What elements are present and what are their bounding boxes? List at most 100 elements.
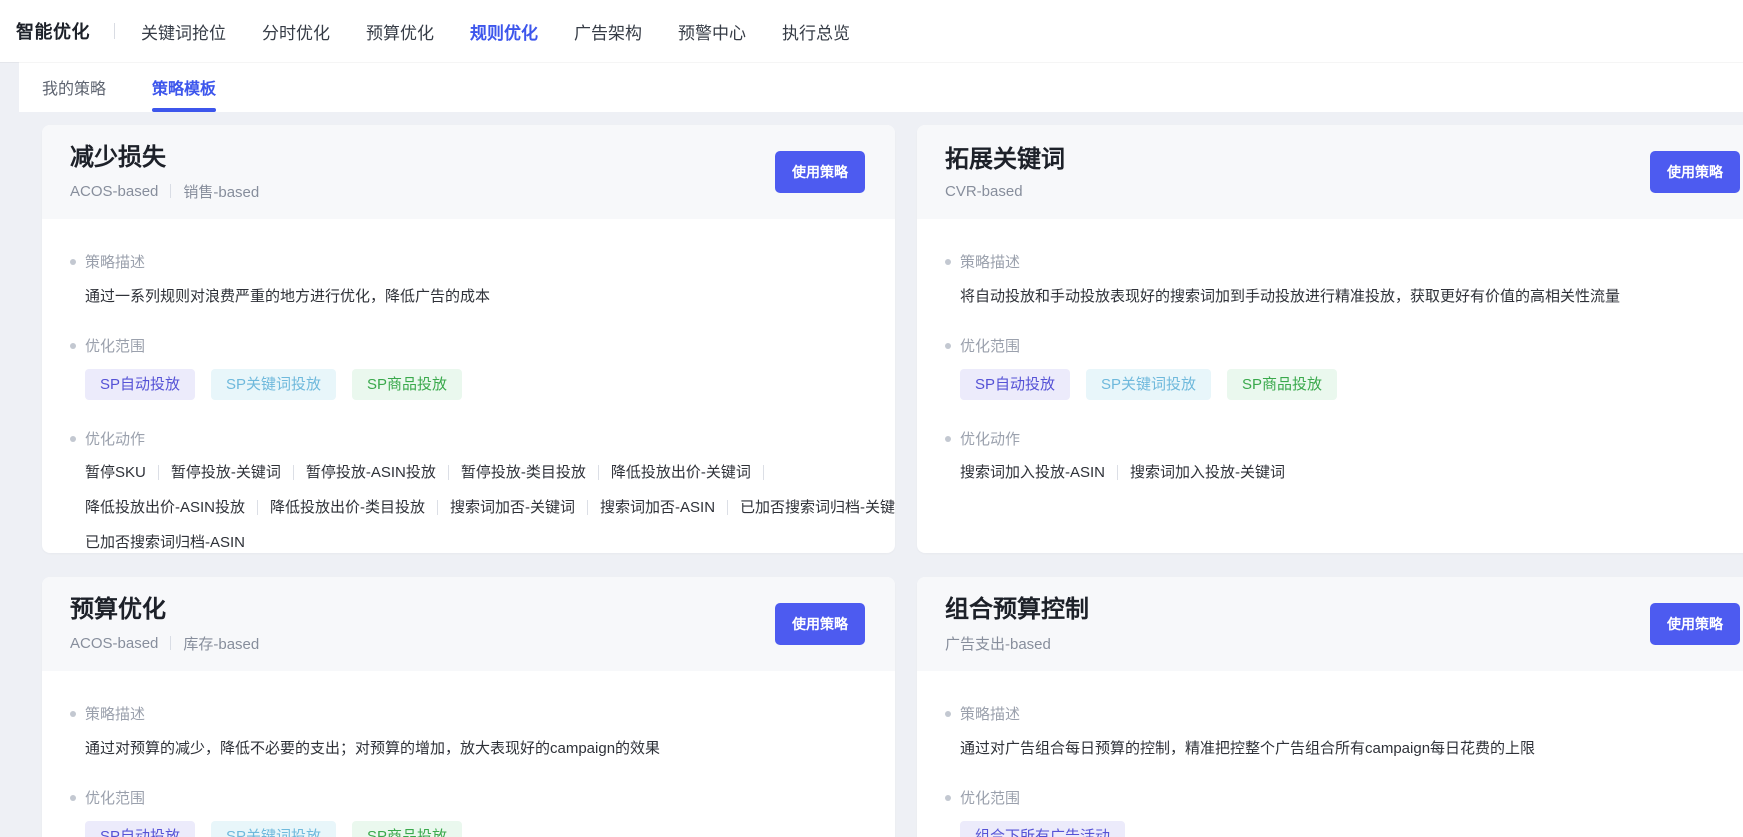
bullet-dot-icon [945, 710, 951, 717]
card-badge: CVR-based [945, 182, 1023, 200]
card-badge: 广告支出-based [945, 635, 1051, 653]
action-item: 搜索词加否-关键词 [450, 499, 576, 516]
action-divider [447, 465, 449, 480]
scope-tag: SP自动投放 [960, 369, 1071, 400]
action-divider [437, 500, 439, 515]
action-divider [587, 500, 589, 515]
action-row: 暂停SKU 暂停投放-关键词 暂停投放-ASIN投放 暂停投放-类目投放 降低投放出价-… [85, 462, 867, 483]
card-badges: CVR-based [945, 183, 1065, 200]
action-item: 已加否搜索词归档-ASIN [85, 534, 246, 551]
action-item: 搜索词加否-ASIN [600, 499, 716, 516]
nav-item-ad-structure[interactable]: 广告架构 [574, 19, 642, 44]
top-navigation: 智能优化 关键词抢位 分时优化 预算优化 规则优化 广告架构 预警中心 执行总览 [0, 0, 1743, 62]
strategy-description: 通过对预算的减少，降低不必要的支出；对预算的增加，放大表现好的campaign的… [85, 740, 661, 757]
nav-items: 关键词抢位 分时优化 预算优化 规则优化 广告架构 预警中心 执行总览 [141, 19, 850, 44]
bullet-dot-icon [945, 435, 951, 442]
section-label-scope: 优化范围 [70, 787, 867, 808]
strategy-card: 减少损失 ACOS-based 销售-based 使用策略 策略描述 通过一系列规… [42, 125, 895, 553]
strategy-card: 组合预算控制 广告支出-based 使用策略 策略描述 通过对广告组合每日预算的… [917, 577, 1743, 837]
section-label-scope-text: 优化范围 [960, 790, 1021, 807]
tab-my-strategies[interactable]: 我的策略 [42, 62, 106, 112]
action-divider [257, 500, 259, 515]
card-body: 策略描述 通过对广告组合每日预算的控制，精准把控整个广告组合所有campaign… [917, 671, 1743, 837]
scope-tag: SP商品投放 [352, 821, 463, 837]
action-divider [1117, 465, 1119, 480]
badge-divider [170, 636, 172, 650]
bullet-dot-icon [70, 342, 76, 349]
use-strategy-button[interactable]: 使用策略 [1650, 151, 1740, 193]
bullet-dot-icon [70, 258, 76, 265]
card-title: 组合预算控制 [945, 595, 1089, 623]
action-divider [157, 465, 159, 480]
scope-tag: SP自动投放 [85, 369, 196, 400]
action-row: 降低投放出价-ASIN投放 降低投放出价-类目投放 搜索词加否-关键词 搜索词加否-A… [85, 497, 895, 518]
card-header: 预算优化 ACOS-based 库存-based 使用策略 [42, 577, 895, 671]
action-row: 已加否搜索词归档-ASIN [85, 532, 867, 553]
card-header: 拓展关键词 CVR-based 使用策略 [917, 125, 1743, 219]
scope-tag: SP商品投放 [352, 369, 463, 400]
action-list: 搜索词加入投放-ASIN 搜索词加入投放-关键词 [960, 462, 1742, 483]
card-title: 拓展关键词 [945, 145, 1065, 173]
section-label-description: 策略描述 [945, 251, 1742, 272]
action-item: 降低投放出价-关键词 [610, 464, 751, 481]
action-item: 暂停SKU [85, 464, 146, 481]
action-item: 搜索词加入投放-ASIN [960, 464, 1106, 481]
card-body: 策略描述 通过对预算的减少，降低不必要的支出；对预算的增加，放大表现好的camp… [42, 671, 895, 837]
use-strategy-button[interactable]: 使用策略 [1650, 603, 1740, 645]
action-divider [292, 465, 294, 480]
strategy-description: 通过一系列规则对浪费严重的地方进行优化，降低广告的成本 [85, 288, 491, 305]
scope-tag: SP关键词投放 [211, 821, 337, 837]
action-divider [762, 465, 764, 480]
scope-tag-list: SP自动投放 SP关键词投放 SP商品投放 [85, 821, 867, 837]
nav-divider [114, 23, 115, 39]
strategy-card-grid: 减少损失 ACOS-based 销售-based 使用策略 策略描述 通过一系列规… [42, 125, 1743, 837]
section-label-description-text: 策略描述 [85, 254, 146, 271]
section-label-description: 策略描述 [70, 251, 867, 272]
scope-tag: SP关键词投放 [211, 369, 337, 400]
nav-item-budget-optimization[interactable]: 预算优化 [366, 19, 434, 44]
nav-item-dayparting[interactable]: 分时优化 [262, 19, 330, 44]
section-label-scope-text: 优化范围 [85, 338, 146, 355]
action-item: 暂停投放-类目投放 [460, 464, 586, 481]
section-label-description: 策略描述 [70, 703, 867, 724]
use-strategy-button[interactable]: 使用策略 [775, 151, 865, 193]
bullet-dot-icon [70, 710, 76, 717]
section-label-actions: 优化动作 [945, 428, 1742, 449]
scope-tag-list: SP自动投放 SP关键词投放 SP商品投放 [960, 369, 1742, 400]
card-header-left: 拓展关键词 CVR-based [945, 145, 1065, 200]
action-item: 暂停投放-ASIN投放 [305, 464, 436, 481]
scope-tag-list: 组合下所有广告活动 [960, 821, 1742, 837]
section-label-actions-text: 优化动作 [85, 431, 146, 448]
section-label-scope: 优化范围 [70, 335, 867, 356]
nav-item-keyword-grab[interactable]: 关键词抢位 [141, 19, 226, 44]
section-label-scope-text: 优化范围 [960, 338, 1021, 355]
use-strategy-button[interactable]: 使用策略 [775, 603, 865, 645]
strategy-description: 通过对广告组合每日预算的控制，精准把控整个广告组合所有campaign每日花费的… [960, 740, 1536, 757]
card-badge: 库存-based [183, 635, 260, 653]
card-body: 策略描述 通过一系列规则对浪费严重的地方进行优化，降低广告的成本 优化范围 SP… [42, 219, 895, 553]
card-header: 减少损失 ACOS-based 销售-based 使用策略 [42, 125, 895, 219]
scope-tag: SP自动投放 [85, 821, 196, 837]
section-label-actions: 优化动作 [70, 428, 867, 449]
bullet-dot-icon [945, 258, 951, 265]
card-badge: 销售-based [183, 183, 260, 201]
bullet-dot-icon [945, 794, 951, 801]
nav-item-execution-overview[interactable]: 执行总览 [782, 19, 850, 44]
bullet-dot-icon [70, 435, 76, 442]
tab-strategy-templates-label: 策略模板 [152, 81, 217, 98]
card-title: 减少损失 [70, 143, 166, 171]
tab-strategy-templates[interactable]: 策略模板 [152, 62, 217, 112]
card-title: 预算优化 [70, 595, 166, 623]
card-badges: 广告支出-based [945, 633, 1089, 654]
action-divider [597, 465, 599, 480]
strategy-card: 拓展关键词 CVR-based 使用策略 策略描述 将自动投放和手动投放表现好的… [917, 125, 1743, 553]
card-badges: ACOS-based 销售-based [70, 181, 259, 202]
active-tab-underline [152, 108, 217, 112]
card-header-left: 减少损失 ACOS-based 销售-based [70, 143, 259, 202]
action-item: 已加否搜索词归档-关键词 [740, 499, 895, 516]
nav-item-alert-center[interactable]: 预警中心 [678, 19, 746, 44]
card-body: 策略描述 将自动投放和手动投放表现好的搜索词加到手动投放进行精准投放，获取更好有… [917, 219, 1743, 483]
nav-item-rule-optimization[interactable]: 规则优化 [470, 19, 538, 44]
content-area: 我的策略 策略模板 减少损失 ACOS-based 销售-based 使用策略 策… [0, 62, 1743, 837]
card-badge: ACOS-based [70, 634, 159, 652]
